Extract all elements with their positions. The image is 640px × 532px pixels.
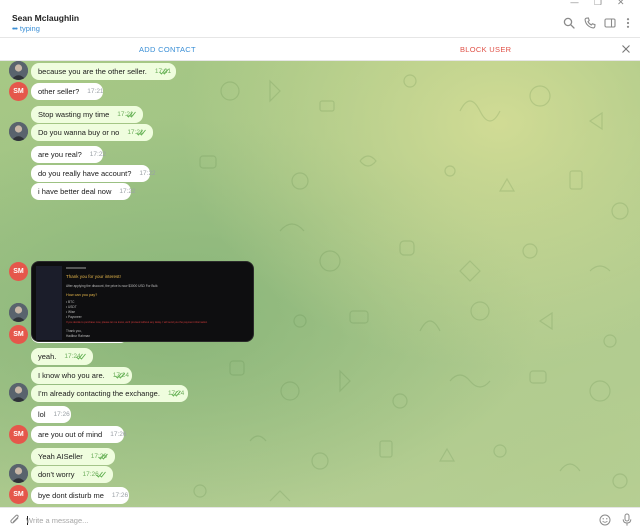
- message-time: 17:22: [119, 188, 136, 195]
- message-text: because you are the other seller.: [38, 67, 147, 76]
- incoming-message[interactable]: are you real? 17:22: [31, 146, 107, 163]
- sidebar-toggle-icon[interactable]: [604, 17, 616, 29]
- image-option: • BTC: [66, 300, 75, 304]
- incoming-message[interactable]: bye dont disturb me 17:26: [31, 487, 129, 504]
- message-text: i have better deal now: [38, 187, 112, 196]
- typing-status-text: typing: [19, 24, 40, 33]
- read-checkmarks-icon: [76, 353, 86, 360]
- image-price-line: After applying the discount, the price i…: [66, 284, 158, 288]
- read-checkmarks-icon: [126, 111, 136, 118]
- message-text: Yeah AISeller: [38, 452, 83, 461]
- image-signature: Hadibur Rahman: [66, 334, 91, 338]
- maximize-window-button[interactable]: ❐: [594, 0, 602, 8]
- message-list[interactable]: because you are the other seller. 17:21 ot…: [0, 61, 640, 507]
- image-signoff: Thank you,: [66, 329, 82, 333]
- close-window-button[interactable]: ✕: [617, 0, 625, 8]
- outgoing-message[interactable]: Stop wasting my time 17:21: [31, 106, 143, 123]
- user-photo-icon: [9, 61, 28, 80]
- avatar-photo[interactable]: [9, 122, 28, 141]
- image-option: • Payoneer: [66, 315, 82, 319]
- outgoing-message[interactable]: Do you wanna buy or no 17:21: [31, 124, 153, 141]
- add-contact-button[interactable]: ADD CONTACT: [139, 45, 196, 54]
- avatar-photo[interactable]: [9, 383, 28, 402]
- message-time: 17:22: [89, 151, 107, 158]
- window-titlebar: — ❐ ✕: [0, 0, 640, 8]
- incoming-message[interactable]: are you out of mind 17:26: [31, 426, 127, 443]
- message-text: do you really have account?: [38, 169, 132, 178]
- incoming-message[interactable]: do you really have account? 17:22: [31, 165, 156, 182]
- avatar-photo[interactable]: [9, 464, 28, 483]
- message-text: Stop wasting my time: [38, 110, 110, 119]
- outgoing-message[interactable]: I know who you are. 17:24: [31, 367, 132, 384]
- avatar-initials[interactable]: SM: [9, 325, 28, 344]
- outgoing-message[interactable]: Yeah AISeller 17:26: [31, 448, 115, 465]
- message-time: 17:26: [53, 411, 70, 418]
- user-photo-icon: [9, 303, 28, 322]
- close-action-bar-icon[interactable]: [621, 44, 631, 54]
- invoice-image-message[interactable]: Thank you for your interest! After apply…: [31, 261, 254, 342]
- avatar-photo[interactable]: [9, 61, 28, 80]
- image-payment-heading: How can you pay?: [66, 293, 98, 297]
- message-input[interactable]: [26, 513, 566, 527]
- avatar-initials[interactable]: SM: [9, 82, 28, 101]
- read-checkmarks-icon: [136, 129, 146, 136]
- image-title: Thank you for your interest!: [66, 274, 121, 279]
- read-checkmarks-icon: [159, 68, 169, 75]
- incoming-message[interactable]: i have better deal now 17:22: [31, 183, 136, 200]
- message-text: yeah.: [38, 352, 57, 361]
- outgoing-message[interactable]: yeah. 17:24: [31, 348, 93, 365]
- message-text: don't worry: [38, 470, 75, 479]
- image-option: • USDT: [66, 305, 77, 309]
- message-text: I'm already contacting the exchange.: [38, 389, 160, 398]
- chat-header: Sean Mclaughlin ••• typing: [0, 8, 640, 38]
- image-warning-text: If you decide to purchase now, please le…: [66, 321, 208, 324]
- message-time: 17:21: [87, 88, 104, 95]
- phone-call-icon[interactable]: [584, 17, 596, 29]
- message-text: Do you wanna buy or no: [38, 128, 120, 137]
- contact-action-bar: ADD CONTACT BLOCK USER: [0, 39, 640, 61]
- read-checkmarks-icon: [98, 453, 108, 460]
- avatar-initials[interactable]: SM: [9, 485, 28, 504]
- typing-status: ••• typing: [12, 24, 40, 33]
- message-text: are you out of mind: [38, 430, 103, 439]
- message-text: bye dont disturb me: [38, 491, 104, 500]
- message-time: 17:26: [110, 431, 127, 438]
- avatar-photo[interactable]: [9, 303, 28, 322]
- read-checkmarks-icon: [96, 471, 106, 478]
- message-composer: [0, 507, 640, 532]
- user-photo-icon: [9, 383, 28, 402]
- message-time: 17:26: [111, 492, 129, 499]
- user-photo-icon: [9, 464, 28, 483]
- read-checkmarks-icon: [171, 390, 181, 397]
- avatar-initials[interactable]: SM: [9, 425, 28, 444]
- image-header-line: [66, 267, 86, 269]
- emoji-icon[interactable]: [599, 514, 611, 526]
- outgoing-message[interactable]: I'm already contacting the exchange. 17:2…: [31, 385, 188, 402]
- more-options-icon[interactable]: [622, 17, 634, 29]
- typing-dots-icon: •••: [12, 24, 18, 33]
- image-sidebar: [36, 266, 62, 340]
- read-checkmarks-icon: [115, 372, 125, 379]
- outgoing-message[interactable]: don't worry 17:26: [31, 466, 113, 483]
- minimize-window-button[interactable]: —: [570, 0, 579, 8]
- contact-name[interactable]: Sean Mclaughlin: [12, 13, 79, 23]
- outgoing-message[interactable]: because you are the other seller. 17:21: [31, 63, 176, 80]
- message-time: 17:22: [139, 170, 156, 177]
- avatar-initials[interactable]: SM: [9, 262, 28, 281]
- microphone-icon[interactable]: [621, 513, 633, 527]
- search-icon[interactable]: [563, 17, 575, 29]
- message-text: are you real?: [38, 150, 82, 159]
- message-text: other seller?: [38, 87, 80, 96]
- message-text: I know who you are.: [38, 371, 105, 380]
- user-photo-icon: [9, 122, 28, 141]
- incoming-message[interactable]: other seller? 17:21: [31, 83, 104, 100]
- block-user-button[interactable]: BLOCK USER: [460, 45, 511, 54]
- image-option: • Wise: [66, 310, 76, 314]
- attach-paperclip-icon[interactable]: [9, 514, 21, 526]
- incoming-message[interactable]: lol 17:26: [31, 406, 71, 423]
- message-text: lol: [38, 410, 46, 419]
